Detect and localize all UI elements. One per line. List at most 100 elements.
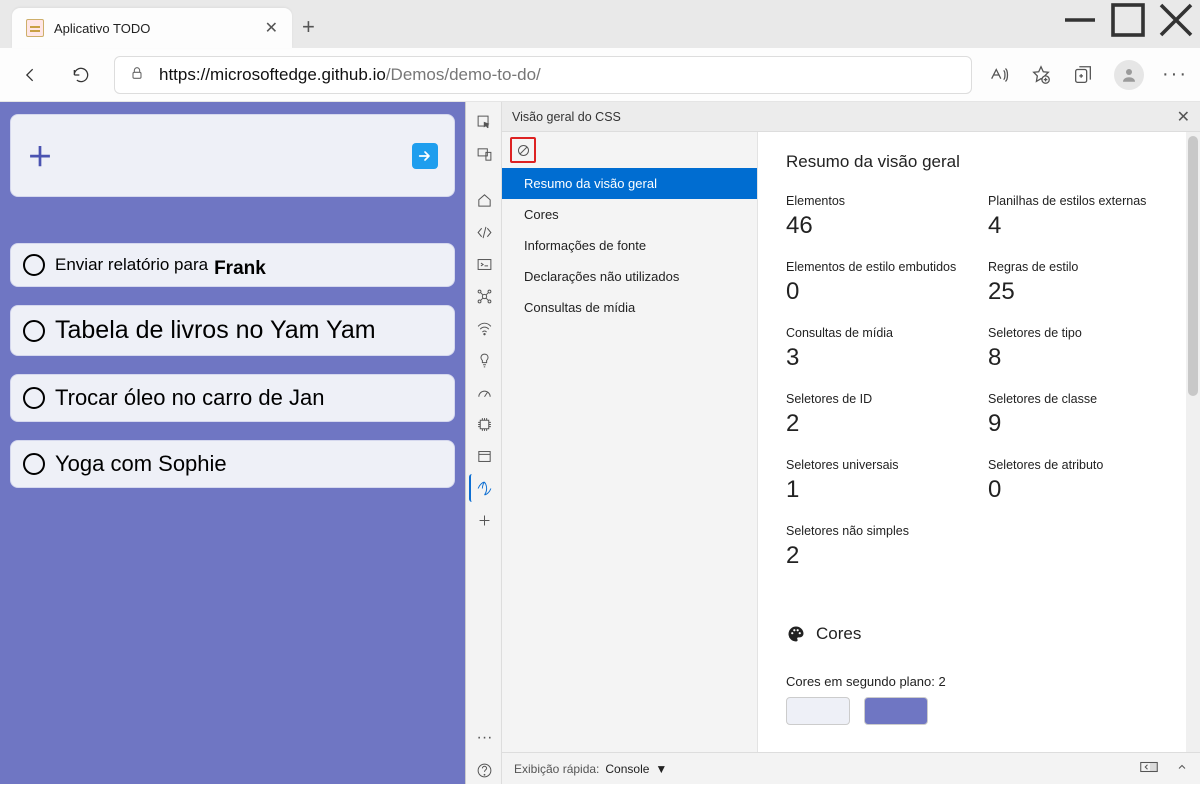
tree-item-media[interactable]: Consultas de mídia [502,292,757,323]
url-path: /Demos/demo-to-do/ [386,65,541,84]
tree-item-font[interactable]: Informações de fonte [502,230,757,261]
circle-icon[interactable] [23,387,45,409]
submit-arrow-button[interactable] [412,143,438,169]
colors-heading: Cores [786,624,1172,644]
css-overview-icon[interactable] [469,474,499,502]
welcome-icon[interactable] [469,186,499,214]
add-todo-card[interactable]: ＋ [10,114,455,197]
close-panel-icon[interactable]: ✕ [1177,107,1190,127]
more-tools-icon[interactable]: ··· [469,724,499,752]
stat-value: 46 [786,212,970,240]
inspect-icon[interactable] [469,108,499,136]
stat-cell: Seletores de atributo 0 [988,458,1172,504]
devtools-drawer: Exibição rápida: Console ▼ [502,752,1200,784]
page-content: ＋ Enviar relatório para Frank Tabela de … [0,102,465,784]
color-swatch[interactable] [864,697,928,725]
stat-value: 0 [988,476,1172,504]
stat-label: Seletores de atributo [988,458,1172,472]
stat-label: Seletores não simples [786,524,970,538]
stat-value: 9 [988,410,1172,438]
stat-label: Planilhas de estilos externas [988,194,1172,208]
circle-icon[interactable] [23,254,45,276]
tree-item-colors[interactable]: Cores [502,199,757,230]
content-title: Resumo da visão geral [786,152,1172,172]
stat-value: 4 [988,212,1172,240]
chevron-down-icon[interactable]: ▼ [655,762,667,776]
lighthouse-icon[interactable] [469,346,499,374]
minimize-button[interactable] [1056,0,1104,40]
drawer-label: Exibição rápida: [514,762,599,776]
back-button[interactable] [14,58,48,92]
favorites-icon[interactable] [1030,64,1052,86]
scrollbar-thumb[interactable] [1188,136,1198,396]
url-box[interactable]: https://microsoftedge.github.io/Demos/de… [114,56,972,94]
window-controls [1056,0,1200,40]
application-icon[interactable] [469,442,499,470]
bg-colors-label: Cores em segundo plano: 2 [786,674,1172,689]
clear-overview-button[interactable] [510,137,536,163]
stat-cell: Seletores de classe9 [988,392,1172,438]
performance-icon[interactable] [469,378,499,406]
console-icon[interactable] [469,250,499,278]
stat-label: Elementos de estilo embutidos [786,260,970,274]
stat-value: 2 [786,542,970,570]
browser-tab[interactable]: Aplicativo TODO ✕ [12,8,292,48]
todo-item[interactable]: Tabela de livros no Yam Yam [10,305,455,356]
close-window-button[interactable] [1152,0,1200,40]
device-toggle-icon[interactable] [469,140,499,168]
refresh-button[interactable] [64,58,98,92]
plus-icon: ＋ [27,137,53,174]
stat-cell: Elementos46 [786,194,970,240]
stat-value: 1 [786,476,970,504]
sources-icon[interactable] [469,282,499,310]
tree-item-summary[interactable]: Resumo da visão geral [502,168,757,199]
address-bar: https://microsoftedge.github.io/Demos/de… [0,48,1200,102]
todo-text: Trocar óleo no carro de Jan [55,385,324,411]
clipboard-icon [26,19,44,37]
circle-icon[interactable] [23,453,45,475]
stat-label: Seletores universais [786,458,970,472]
url-host: microsoftedge.github.io [210,65,386,84]
todo-item[interactable]: Trocar óleo no carro de Jan [10,374,455,422]
color-swatch[interactable] [786,697,850,725]
todo-item[interactable]: Yoga com Sophie [10,440,455,488]
more-menu-icon[interactable]: ··· [1164,64,1186,86]
network-icon[interactable] [469,314,499,342]
todo-item[interactable]: Enviar relatório para Frank [10,243,455,287]
stat-label: Consultas de mídia [786,326,970,340]
scrollbar[interactable] [1186,132,1200,752]
todo-suffix: Frank [214,258,266,280]
stat-cell: Planilhas de estilos externas 4 [988,194,1172,240]
colors-heading-text: Cores [816,624,861,644]
stat-cell: Seletores não simples 2 [786,524,970,570]
todo-text: Enviar relatório para Frank [55,254,266,276]
todo-text: Yoga com Sophie [55,451,227,477]
stat-value: 2 [786,410,970,438]
close-tab-icon[interactable]: ✕ [265,18,278,38]
circle-icon[interactable] [23,320,45,342]
memory-icon[interactable] [469,410,499,438]
new-tab-button[interactable]: + [302,14,315,40]
overview-content: Resumo da visão geral Elementos46 Planilh… [758,132,1200,752]
overview-tree: Resumo da visão geral Cores Informações … [502,132,758,752]
add-tool-icon[interactable] [469,506,499,534]
stat-cell: Seletores universais 1 [786,458,970,504]
drawer-tab-console[interactable]: Console [605,762,649,776]
tree-item-unused[interactable]: Declarações não utilizados [502,261,757,292]
dock-side-icon[interactable] [1140,760,1158,777]
elements-icon[interactable] [469,218,499,246]
help-icon[interactable] [469,756,499,784]
swatches [786,697,1172,725]
stat-value: 8 [988,344,1172,372]
todo-text: Tabela de livros no Yam Yam [55,316,376,345]
stat-value: 25 [988,278,1172,306]
stats-grid: Elementos46 Planilhas de estilos externas… [786,194,1172,570]
read-aloud-icon[interactable] [988,64,1010,86]
url-text: https://microsoftedge.github.io/Demos/de… [159,65,541,85]
chevron-up-icon[interactable] [1176,761,1188,776]
collections-icon[interactable] [1072,64,1094,86]
stat-cell: Seletores de ID 2 [786,392,970,438]
stat-label: Seletores de ID [786,392,970,406]
maximize-button[interactable] [1104,0,1152,40]
profile-avatar[interactable] [1114,60,1144,90]
